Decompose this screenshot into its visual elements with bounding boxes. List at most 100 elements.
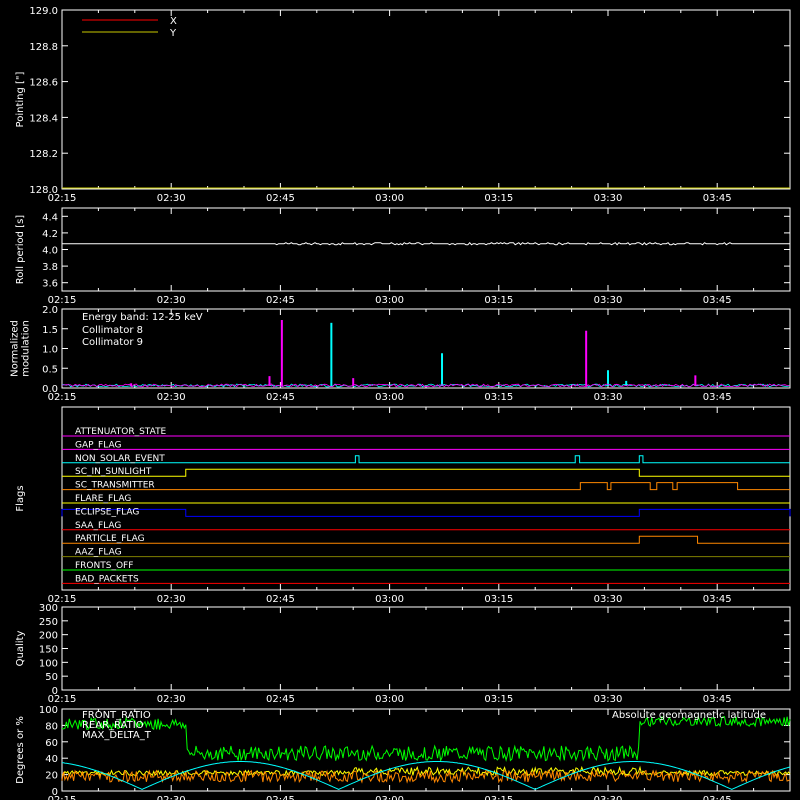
y-axis-label: Quality	[15, 631, 26, 667]
x-tick-label: 02:45	[266, 392, 295, 403]
flag-label: BAD_PACKETS	[75, 574, 139, 584]
y-tick-label: 128.0	[29, 185, 58, 196]
y-tick-label: 0.0	[42, 384, 58, 395]
flag-label: SC_IN_SUNLIGHT	[75, 467, 152, 477]
x-tick-label: 03:00	[375, 193, 404, 204]
x-tick-label: 03:30	[594, 694, 623, 705]
flag-line	[62, 535, 790, 544]
x-tick-label: 02:30	[157, 694, 186, 705]
y-tick-label: 1.5	[42, 325, 58, 336]
y-tick-label: 50	[45, 672, 58, 683]
panel-3-frame	[61, 406, 791, 591]
x-tick-label: 03:15	[484, 594, 513, 605]
roll-period-line	[62, 241, 790, 246]
legend-label-max-delta-t: MAX_DELTA_T	[82, 730, 152, 741]
y-axis-label: modulation	[21, 320, 32, 377]
legend-label-geomag-latitude: Absolute geomagnetic latitude	[612, 710, 766, 721]
x-tick-label: 03:15	[484, 295, 513, 306]
plot-canvas: 02:15 02:30 02:45 03:00 03:15 03:30 03:45128.0…	[10, 6, 791, 800]
y-tick-label: 100	[39, 658, 58, 669]
y-tick-label: 60	[45, 738, 58, 749]
y-tick-label: 100	[39, 705, 58, 716]
rear-ratio-line	[61, 715, 791, 763]
x-tick-label: 03:00	[375, 694, 404, 705]
y-tick-label: 128.2	[29, 149, 58, 160]
y-tick-label: 4.2	[42, 229, 58, 240]
x-tick-label: 03:30	[594, 392, 623, 403]
panel-5-ylabel: Degrees or %	[15, 716, 26, 784]
x-tick-label: 02:30	[157, 392, 186, 403]
y-tick-label: 40	[45, 754, 58, 765]
legend-label-y: Y	[169, 28, 177, 39]
y-tick-label: 3.8	[42, 262, 58, 273]
y-tick-label: 150	[39, 645, 58, 656]
y-tick-label: 0	[52, 787, 58, 798]
x-tick-label: 03:30	[594, 594, 623, 605]
x-tick-label: 03:45	[703, 295, 732, 306]
flag-label: SAA_FLAG	[75, 521, 121, 531]
y-tick-label: 0	[52, 686, 58, 697]
x-tick-label: 03:45	[703, 694, 732, 705]
x-tick-label: 03:00	[375, 795, 404, 800]
flag-label: FRONTS_OFF	[75, 561, 133, 571]
flag-label: PARTICLE_FLAG	[75, 534, 145, 544]
flag-label: GAP_FLAG	[75, 440, 121, 450]
flag-label: NON_SOLAR_EVENT	[75, 454, 165, 464]
y-tick-label: 300	[39, 603, 58, 614]
y-tick-label: 2.0	[42, 305, 58, 316]
panel-1-ylabel: Roll period [s]	[15, 215, 26, 284]
x-tick-label: 03:15	[484, 795, 513, 800]
flag-line	[61, 508, 791, 517]
flag-label: SC_TRANSMITTER	[75, 481, 155, 491]
legend-label-collimator: Collimator 9	[82, 337, 143, 348]
y-tick-label: 3.6	[42, 279, 58, 290]
x-tick-label: 03:30	[594, 193, 623, 204]
x-tick-label: 02:45	[266, 694, 295, 705]
flag-label: FLARE_FLAG	[75, 494, 131, 504]
x-tick-label: 03:45	[703, 392, 732, 403]
panel-2-ylabel: Normalized modulation	[10, 320, 32, 377]
x-tick-label: 02:45	[266, 193, 295, 204]
x-tick-label: 03:45	[703, 594, 732, 605]
y-axis-label: Pointing ["]	[15, 71, 26, 127]
max-delta-t-line	[61, 768, 791, 784]
y-tick-label: 1.0	[42, 345, 58, 356]
y-axis-label: Roll period [s]	[15, 215, 26, 284]
flag-line	[62, 468, 790, 477]
panel-1-frame	[61, 207, 791, 292]
x-tick-label: 02:45	[266, 795, 295, 800]
x-tick-label: 03:00	[375, 594, 404, 605]
legend-label-x: X	[170, 16, 177, 27]
y-tick-label: 250	[39, 617, 58, 628]
y-tick-label: 4.0	[42, 246, 58, 257]
y-tick-label: 0.5	[42, 364, 58, 375]
x-tick-label: 02:30	[157, 594, 186, 605]
flag-line	[62, 455, 790, 464]
y-tick-label: 200	[39, 631, 58, 642]
x-tick-label: 03:00	[375, 295, 404, 306]
x-tick-label: 03:15	[484, 694, 513, 705]
y-tick-label: 128.6	[29, 78, 58, 89]
x-tick-label: 02:30	[157, 193, 186, 204]
y-tick-label: 20	[45, 771, 58, 782]
x-tick-label: 03:00	[375, 392, 404, 403]
x-tick-label: 03:15	[484, 392, 513, 403]
x-tick-label: 02:45	[266, 295, 295, 306]
flag-label: ECLIPSE_FLAG	[75, 507, 139, 517]
flag-label: ATTENUATOR_STATE	[75, 427, 167, 437]
panel-0-ylabel: Pointing ["]	[15, 71, 26, 127]
y-axis-label: Degrees or %	[15, 716, 26, 784]
x-tick-label: 03:30	[594, 295, 623, 306]
flag-line	[62, 482, 790, 491]
legend-label-collimator: Collimator 8	[82, 325, 143, 336]
x-tick-label: 03:45	[703, 795, 732, 800]
y-axis-label: Flags	[15, 485, 26, 511]
y-tick-label: 128.8	[29, 42, 58, 53]
x-tick-label: 03:45	[703, 193, 732, 204]
legend-title: Energy band: 12-25 keV	[82, 312, 203, 323]
x-tick-label: 03:15	[484, 193, 513, 204]
flag-label: AAZ_FLAG	[75, 548, 122, 558]
x-tick-label: 03:30	[594, 795, 623, 800]
stage: 02:15 02:30 02:45 03:00 03:15 03:30 03:45 128.0…	[0, 0, 800, 800]
y-tick-label: 80	[45, 721, 58, 732]
